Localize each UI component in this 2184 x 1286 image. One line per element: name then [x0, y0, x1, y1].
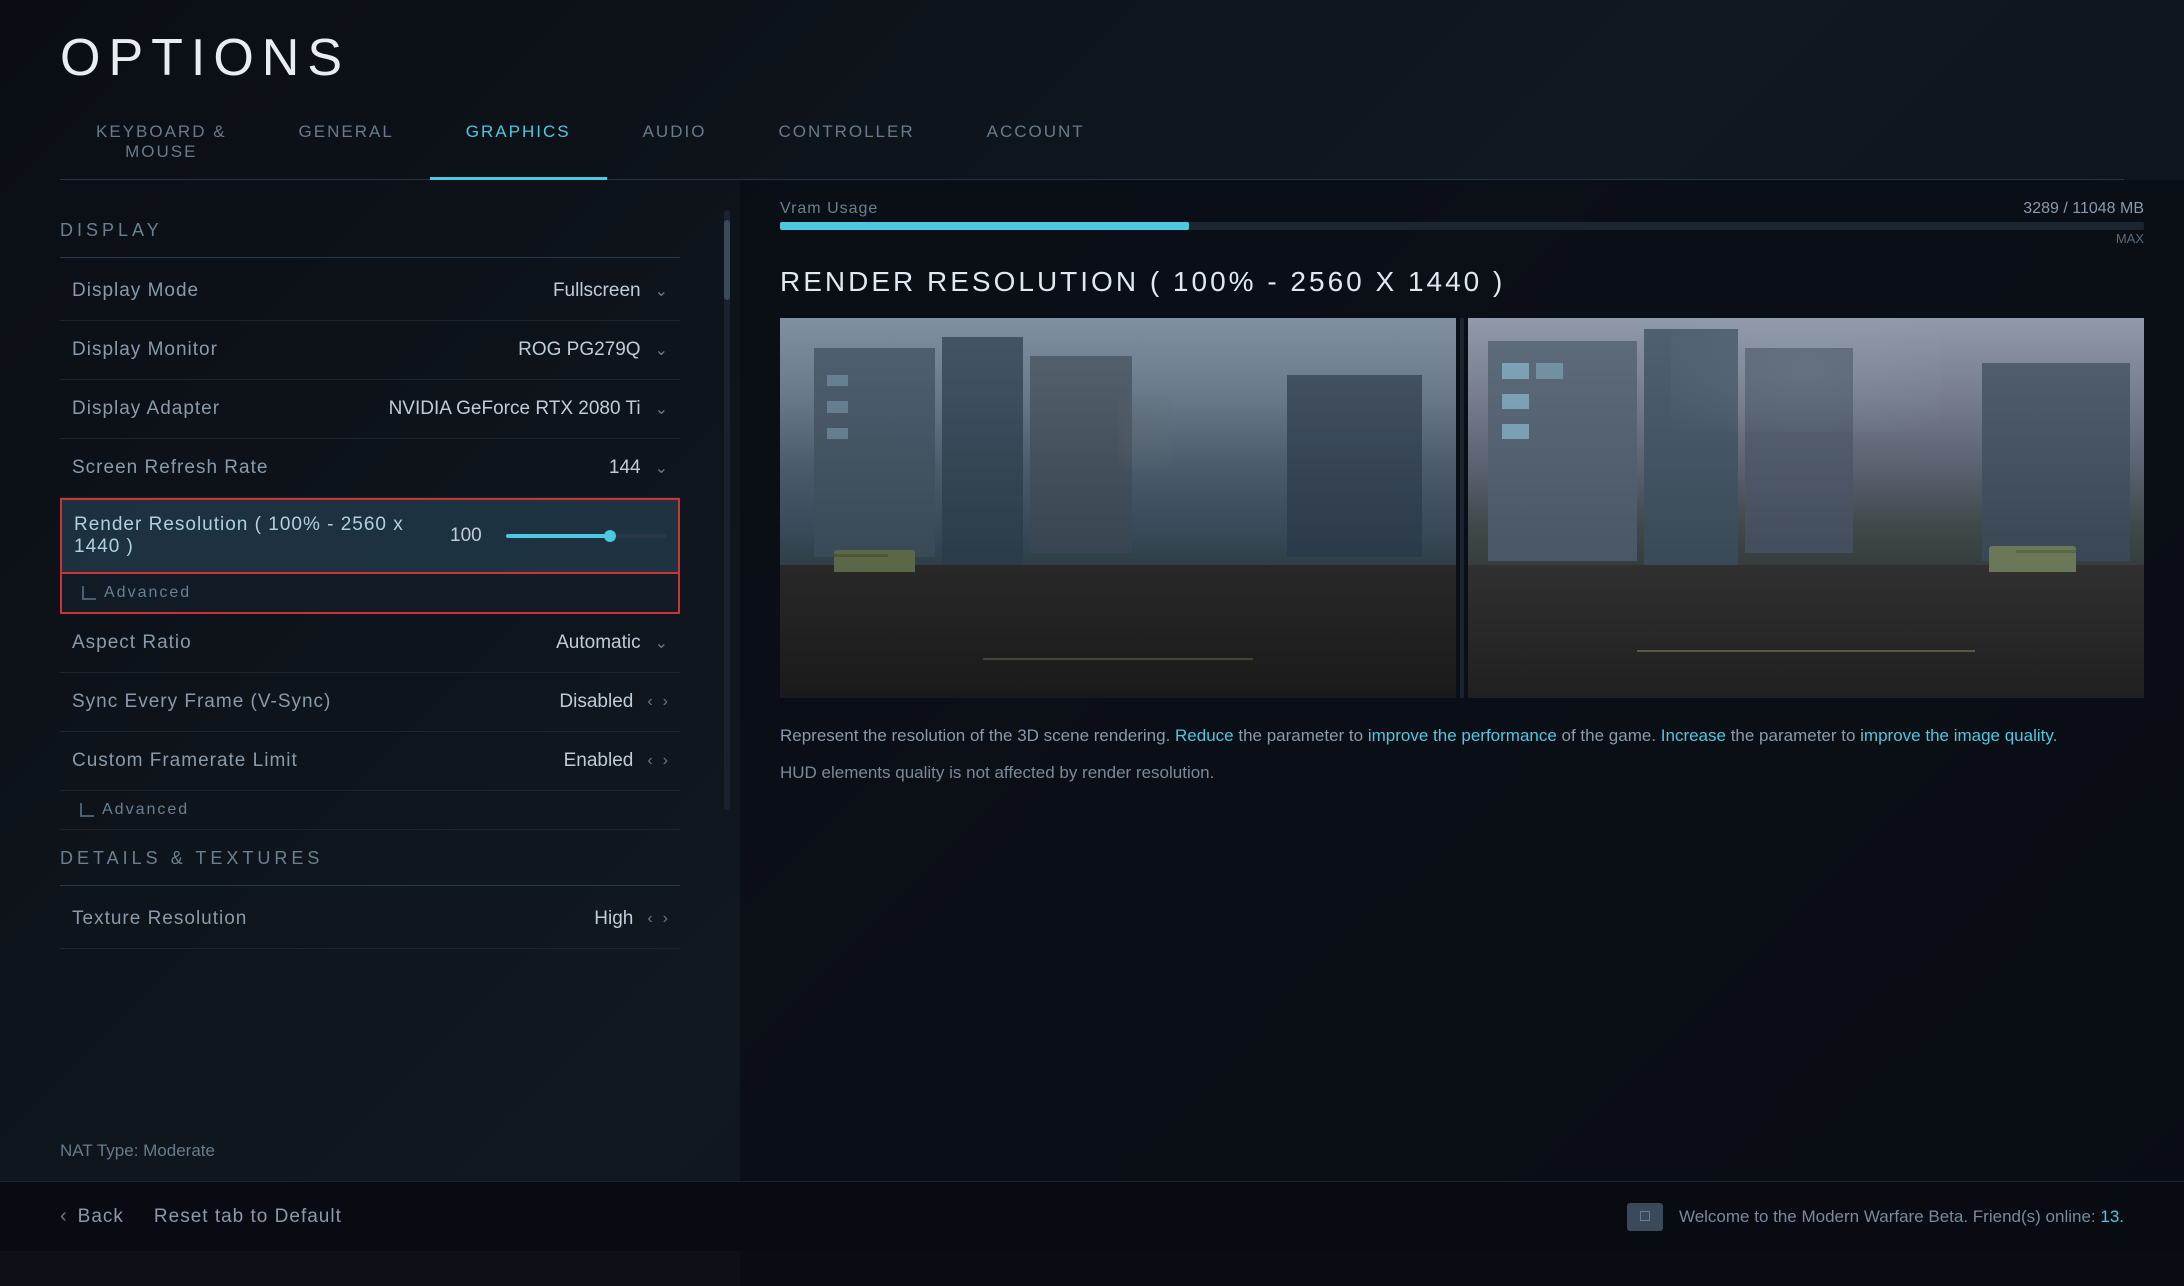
corner-icon	[82, 586, 96, 600]
aspect-ratio-value: Automatic ⌄	[556, 632, 668, 654]
preview-right-image	[1468, 318, 2144, 698]
back-label: Back	[78, 1206, 124, 1228]
render-resolution-label: Render Resolution ( 100% - 2560 x 1440 )	[74, 514, 450, 558]
chevron-down-icon-adapter: ⌄	[655, 399, 668, 419]
render-resolution-slider[interactable]	[506, 534, 666, 538]
vram-top-row: Vram Usage 3289 / 11048 MB	[780, 200, 2144, 218]
slider-fill	[506, 534, 610, 538]
arrow-right-icon-fr[interactable]: ›	[663, 752, 668, 770]
framerate-row[interactable]: Custom Framerate Limit Enabled ‹ ›	[60, 732, 680, 791]
display-adapter-row[interactable]: Display Adapter NVIDIA GeForce RTX 2080 …	[60, 380, 680, 439]
improve-perf-highlight: improve the performance	[1368, 726, 1557, 745]
vram-label: Vram Usage	[780, 200, 900, 218]
display-mode-label: Display Mode	[72, 280, 199, 302]
screen-refresh-rate-label: Screen Refresh Rate	[72, 457, 268, 479]
friends-count: 13.	[2100, 1207, 2124, 1226]
right-panel: Vram Usage 3289 / 11048 MB MAX RENDER RE…	[740, 180, 2184, 1286]
chevron-down-icon-refresh: ⌄	[655, 458, 668, 478]
bottom-right: □ Welcome to the Modern Warfare Beta. Fr…	[1627, 1203, 2124, 1231]
tab-audio[interactable]: AUDIO	[607, 108, 743, 180]
scene-bg-left	[780, 318, 1456, 698]
texture-resolution-label: Texture Resolution	[72, 908, 247, 930]
tab-general[interactable]: GENERAL	[263, 108, 430, 180]
display-adapter-label: Display Adapter	[72, 398, 220, 420]
preview-left-image	[780, 318, 1456, 698]
advanced-sub-bottom[interactable]: Advanced	[60, 791, 680, 830]
advanced-sub-display[interactable]: Advanced	[60, 574, 680, 614]
chat-bubble-icon: □	[1640, 1208, 1650, 1226]
framerate-arrows: ‹ ›	[647, 752, 668, 770]
display-section-label: DISPLAY	[60, 220, 680, 241]
vsync-label: Sync Every Frame (V-Sync)	[72, 691, 331, 713]
vram-bar	[780, 222, 2144, 230]
framerate-label: Custom Framerate Limit	[72, 750, 298, 772]
render-description: Represent the resolution of the 3D scene…	[780, 722, 2144, 749]
arrow-left-icon[interactable]: ‹	[647, 693, 652, 711]
texture-resolution-value: High ‹ ›	[594, 908, 668, 930]
vram-max-label: MAX	[2116, 231, 2144, 246]
render-resolution-row[interactable]: Render Resolution ( 100% - 2560 x 1440 )…	[60, 498, 680, 574]
advanced-label-bottom: Advanced	[80, 801, 668, 819]
welcome-text: Welcome to the Modern Warfare Beta. Frie…	[1679, 1207, 2124, 1227]
reduce-highlight: Reduce	[1175, 726, 1234, 745]
increase-highlight: Increase	[1661, 726, 1726, 745]
screen-refresh-rate-row[interactable]: Screen Refresh Rate 144 ⌄	[60, 439, 680, 498]
display-monitor-value: ROG PG279Q ⌄	[518, 339, 668, 361]
display-monitor-row[interactable]: Display Monitor ROG PG279Q ⌄	[60, 321, 680, 380]
arrow-left-icon-tex[interactable]: ‹	[647, 910, 652, 928]
scrollbar-thumb[interactable]	[724, 220, 730, 300]
section-divider-details	[60, 885, 680, 886]
scene-bg-right	[1468, 318, 2144, 698]
back-button[interactable]: ‹ Back	[60, 1205, 124, 1228]
tab-keyboard[interactable]: KEYBOARD &MOUSE	[60, 108, 263, 180]
render-resolution-control: 100	[450, 525, 666, 547]
arrow-right-icon-tex[interactable]: ›	[663, 910, 668, 928]
section-divider-display	[60, 257, 680, 258]
vsync-arrows: ‹ ›	[647, 693, 668, 711]
arrow-right-icon[interactable]: ›	[663, 693, 668, 711]
screen-refresh-rate-value: 144 ⌄	[609, 457, 668, 479]
preview-images	[780, 318, 2144, 698]
arrow-left-icon-fr[interactable]: ‹	[647, 752, 652, 770]
render-resolution-value: 100	[450, 525, 490, 547]
header: OPTIONS KEYBOARD &MOUSE GENERAL GRAPHICS…	[0, 0, 2184, 180]
chevron-down-icon: ⌄	[655, 281, 668, 301]
corner-icon-bottom	[80, 803, 94, 817]
page-title: OPTIONS	[60, 28, 2124, 88]
back-arrow-icon: ‹	[60, 1205, 68, 1228]
vram-values: 3289 / 11048 MB	[1984, 200, 2144, 218]
tabs-container: KEYBOARD &MOUSE GENERAL GRAPHICS AUDIO C…	[60, 108, 2124, 180]
vram-bar-fill	[780, 222, 1189, 230]
aspect-ratio-label: Aspect Ratio	[72, 632, 192, 654]
vsync-value: Disabled ‹ ›	[559, 691, 668, 713]
improve-quality-highlight: improve the image quality	[1860, 726, 2052, 745]
texture-resolution-row[interactable]: Texture Resolution High ‹ ›	[60, 890, 680, 949]
tab-controller[interactable]: CONTROLLER	[742, 108, 950, 180]
chat-icon: □	[1627, 1203, 1663, 1231]
vsync-row[interactable]: Sync Every Frame (V-Sync) Disabled ‹ ›	[60, 673, 680, 732]
display-mode-row[interactable]: Display Mode Fullscreen ⌄	[60, 262, 680, 321]
display-monitor-label: Display Monitor	[72, 339, 218, 361]
chevron-down-icon-monitor: ⌄	[655, 340, 668, 360]
details-section-label: DETAILS & TEXTURES	[60, 848, 680, 869]
render-resolution-title: RENDER RESOLUTION ( 100% - 2560 X 1440 )	[780, 266, 2144, 298]
left-panel: DISPLAY Display Mode Fullscreen ⌄ Displa…	[0, 180, 740, 1286]
chevron-down-icon-aspect: ⌄	[655, 633, 668, 653]
bottom-bar: ‹ Back Reset tab to Default □ Welcome to…	[0, 1181, 2184, 1251]
texture-arrows: ‹ ›	[647, 910, 668, 928]
hud-note: HUD elements quality is not affected by …	[780, 763, 2144, 783]
advanced-label-display: Advanced	[82, 584, 666, 602]
main-content: DISPLAY Display Mode Fullscreen ⌄ Displa…	[0, 180, 2184, 1286]
scrollbar-track[interactable]	[724, 210, 730, 810]
display-adapter-value: NVIDIA GeForce RTX 2080 Ti ⌄	[389, 398, 668, 420]
aspect-ratio-row[interactable]: Aspect Ratio Automatic ⌄	[60, 614, 680, 673]
tab-account[interactable]: ACCOUNT	[951, 108, 1121, 180]
display-mode-value: Fullscreen ⌄	[553, 280, 668, 302]
framerate-value: Enabled ‹ ›	[564, 750, 668, 772]
reset-default-button[interactable]: Reset tab to Default	[154, 1206, 342, 1228]
preview-divider	[1460, 318, 1464, 698]
bottom-left: ‹ Back Reset tab to Default	[60, 1205, 342, 1228]
tab-graphics[interactable]: GRAPHICS	[430, 108, 607, 180]
slider-thumb[interactable]	[604, 530, 616, 542]
